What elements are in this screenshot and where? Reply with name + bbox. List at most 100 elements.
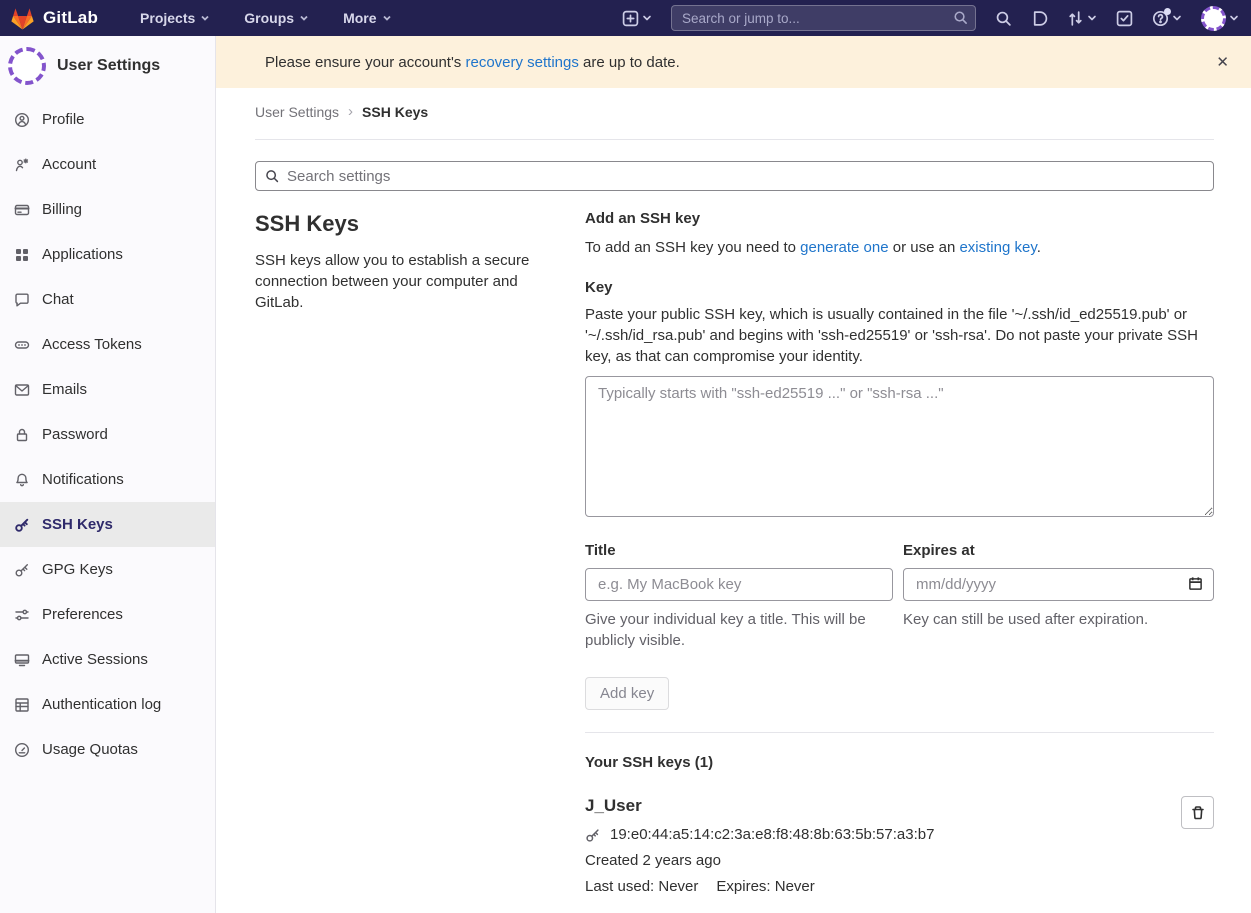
nav-item-groups[interactable]: Groups [244, 10, 309, 26]
avatar [1201, 6, 1226, 31]
sidebar-item-account[interactable]: Account [0, 142, 215, 187]
chat-icon [14, 292, 30, 308]
nav-item-label: Groups [244, 10, 294, 26]
intro-text: or use an [889, 239, 960, 256]
todos-button[interactable] [1116, 10, 1133, 27]
sidebar-item-label: Chat [42, 291, 74, 308]
sidebar-item-active-sessions[interactable]: Active Sessions [0, 637, 215, 682]
generate-one-link[interactable]: generate one [800, 239, 888, 256]
sidebar-item-label: Access Tokens [42, 336, 142, 353]
issues-button[interactable] [1031, 10, 1048, 27]
account-icon [14, 157, 30, 173]
breadcrumb-user-settings[interactable]: User Settings [255, 104, 339, 120]
main-content: Please ensure your account's recovery se… [216, 36, 1251, 913]
sidebar-item-label: Password [42, 426, 108, 443]
sidebar-item-label: Applications [42, 246, 123, 263]
gitlab-logo[interactable]: GitLab [10, 6, 98, 30]
page-title: SSH Keys [255, 211, 541, 237]
close-icon[interactable]: ✕ [1216, 55, 1229, 70]
key-created: Created 2 years ago [585, 852, 1181, 869]
sidebar-item-chat[interactable]: Chat [0, 277, 215, 322]
settings-search [255, 161, 1214, 191]
tanuki-icon [10, 6, 35, 30]
chevron-down-icon [1087, 13, 1097, 23]
ssh-key-textarea[interactable] [585, 376, 1214, 517]
nav-menu: Projects Groups More [140, 10, 391, 26]
sidebar-item-emails[interactable]: Emails [0, 367, 215, 412]
chevron-down-icon [1229, 13, 1239, 23]
add-ssh-key-heading: Add an SSH key [585, 210, 1214, 227]
sidebar-item-label: GPG Keys [42, 561, 113, 578]
key-help-text: Paste your public SSH key, which is usua… [585, 304, 1214, 367]
add-key-button[interactable]: Add key [585, 677, 669, 710]
sidebar-item-access-tokens[interactable]: Access Tokens [0, 322, 215, 367]
recovery-settings-link[interactable]: recovery settings [465, 54, 578, 71]
chevron-down-icon [642, 13, 652, 23]
sidebar-item-authentication-log[interactable]: Authentication log [0, 682, 215, 727]
global-search-input[interactable] [671, 5, 976, 31]
intro-text: To add an SSH key you need to [585, 239, 800, 256]
help-icon [1152, 10, 1169, 27]
sidebar-item-ssh-keys[interactable]: SSH Keys [0, 502, 215, 547]
existing-key-link[interactable]: existing key [959, 239, 1036, 256]
breadcrumb: User Settings › SSH Keys [255, 88, 1214, 140]
nav-item-more[interactable]: More [343, 10, 391, 26]
delete-key-button[interactable] [1181, 796, 1214, 829]
token-icon [14, 337, 30, 353]
settings-search-input[interactable] [255, 161, 1214, 191]
sidebar-item-notifications[interactable]: Notifications [0, 457, 215, 502]
expires-help-text: Key can still be used after expiration. [903, 609, 1214, 630]
key-icon [14, 562, 30, 578]
sidebar-item-billing[interactable]: Billing [0, 187, 215, 232]
sidebar-item-applications[interactable]: Applications [0, 232, 215, 277]
key-last-used: Last used: Never [585, 878, 698, 895]
sidebar-item-profile[interactable]: Profile [0, 97, 215, 142]
log-icon [14, 697, 30, 713]
key-icon [585, 827, 601, 843]
monitor-icon [14, 652, 30, 668]
calendar-icon [1188, 576, 1203, 591]
title-help-text: Give your individual key a title. This w… [585, 609, 893, 651]
chevron-down-icon [382, 13, 392, 23]
brand-name: GitLab [43, 8, 98, 28]
sidebar-item-usage-quotas[interactable]: Usage Quotas [0, 727, 215, 772]
recovery-alert: Please ensure your account's recovery se… [216, 36, 1251, 88]
sidebar-item-label: Active Sessions [42, 651, 148, 668]
chevron-down-icon [1172, 13, 1182, 23]
search-icon [995, 10, 1012, 27]
section-divider [585, 732, 1214, 733]
key-fingerprint: 19:e0:44:a5:14:c2:3a:e8:f8:48:8b:63:5b:5… [610, 826, 934, 843]
help-button[interactable] [1152, 10, 1182, 27]
todo-check-icon [1116, 10, 1133, 27]
expires-at-label: Expires at [903, 542, 1214, 559]
global-search [671, 5, 976, 31]
new-menu-button[interactable] [622, 10, 652, 27]
expires-at-input[interactable] [903, 568, 1214, 601]
plus-square-icon [622, 10, 639, 27]
key-icon [14, 517, 30, 533]
sidebar-item-label: Billing [42, 201, 82, 218]
sidebar-item-label: Account [42, 156, 96, 173]
bell-icon [14, 472, 30, 488]
sidebar-item-password[interactable]: Password [0, 412, 215, 457]
sidebar-item-label: Emails [42, 381, 87, 398]
merge-request-icon [1067, 10, 1084, 27]
notification-dot [1164, 8, 1171, 15]
billing-icon [14, 202, 30, 218]
sidebar-item-label: Usage Quotas [42, 741, 138, 758]
user-menu-button[interactable] [1201, 6, 1239, 31]
chevron-right-icon: › [348, 103, 353, 120]
nav-item-projects[interactable]: Projects [140, 10, 210, 26]
search-icon [265, 169, 279, 183]
sidebar-item-preferences[interactable]: Preferences [0, 592, 215, 637]
sidebar-item-label: Profile [42, 111, 85, 128]
search-button[interactable] [995, 10, 1012, 27]
your-ssh-keys-heading: Your SSH keys (1) [585, 754, 1214, 771]
nav-item-label: Projects [140, 10, 195, 26]
trash-icon [1190, 805, 1206, 821]
merge-requests-button[interactable] [1067, 10, 1097, 27]
chevron-down-icon [200, 13, 210, 23]
title-input[interactable] [585, 568, 893, 601]
sidebar-item-gpg-keys[interactable]: GPG Keys [0, 547, 215, 592]
settings-sidebar: User Settings Profile Account Bil [0, 36, 216, 913]
